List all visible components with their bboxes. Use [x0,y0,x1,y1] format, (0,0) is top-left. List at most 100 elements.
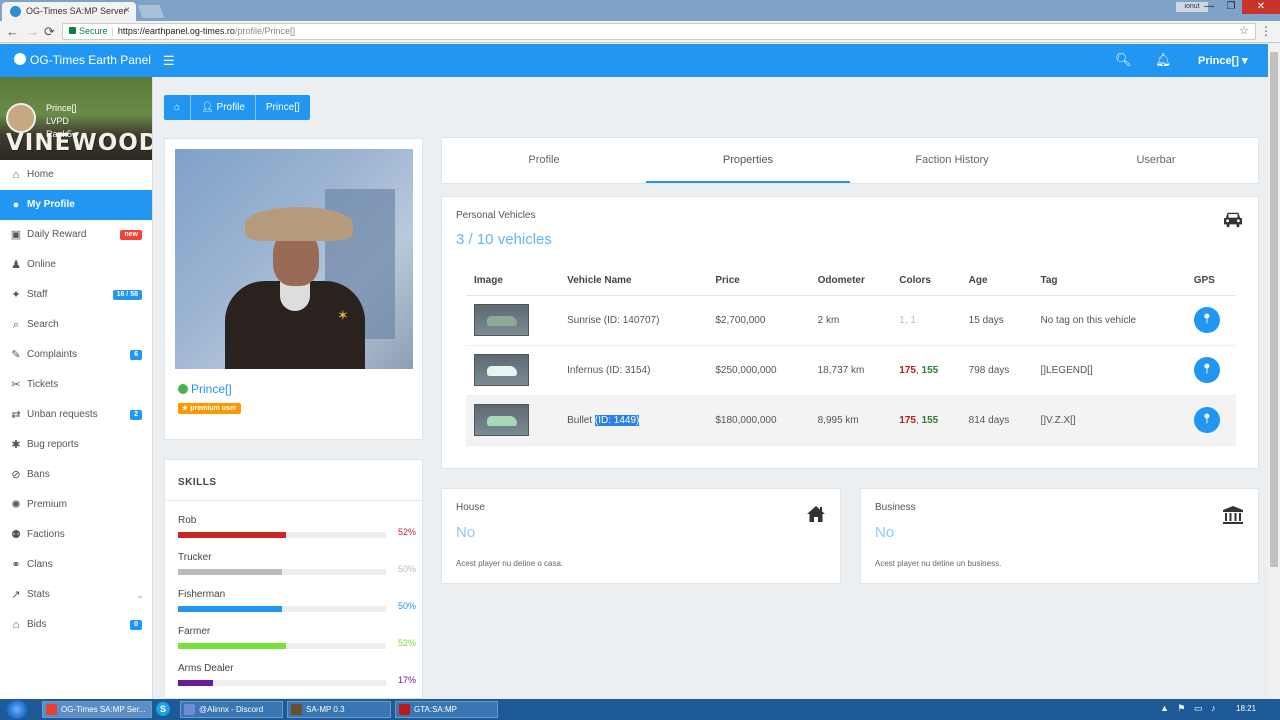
vehicle-name: Bullet (ID: 1449) [559,395,708,446]
close-window-button[interactable]: ✕ [1242,0,1280,14]
sidebar-item-tickets[interactable]: ✂ Tickets [0,370,152,400]
business-value: No [875,524,895,541]
sidebar-item-clans[interactable]: ⚭ Clans [0,550,152,580]
sidebar-item-bids[interactable]: ⌂ Bids 0 [0,610,152,640]
system-tray-icons[interactable]: ▲ ⚑ ▭ ♪ [1160,703,1218,714]
gps-button[interactable]: 📍︎ [1193,407,1220,433]
taskbar-item-chrome[interactable]: OG-Times SA:MP Ser... [42,701,152,718]
lock-icon [69,27,76,34]
skill-progress-bar [178,532,287,538]
user-icon: ● [12,199,20,211]
skills-card: SKILLS Rob 52% Trucker 50% Fisherman 50% Farme… [164,459,423,699]
browser-tab[interactable]: OG-Times SA:MP Server × [2,2,136,21]
map-marker-icon: 📍︎ [1200,414,1214,425]
tab-userbar[interactable]: Userbar [1054,138,1258,183]
tab-close-icon[interactable]: × [124,5,130,16]
new-badge: new [120,230,142,240]
sidebar-item-label: Stats [27,589,50,600]
notification-bell-icon[interactable]: 🔔︎ [1155,52,1172,68]
scrollbar-thumb[interactable] [1270,52,1278,567]
skype-icon[interactable]: S [156,702,170,716]
sidebar-item-home[interactable]: ⌂ Home [0,160,152,190]
brand-logo[interactable]: OG-Times Earth Panel [14,53,151,67]
reload-button[interactable]: ⟳ [44,24,55,40]
start-button[interactable] [6,700,28,719]
sidebar-item-bug-reports[interactable]: ✱ Bug reports [0,430,152,460]
sidebar-item-premium[interactable]: ✺ Premium [0,490,152,520]
skills-title: SKILLS [178,477,217,488]
tab-profile[interactable]: Profile [442,138,646,183]
ban-icon: ⊘ [11,469,21,481]
search-icon[interactable]: 🔍︎ [1115,52,1132,68]
sidebar-item-my-profile[interactable]: ● My Profile [0,190,152,220]
bids-count-badge: 0 [130,620,142,630]
forward-button[interactable]: → [26,24,39,39]
bookmark-star-icon[interactable]: ☆ [1239,24,1249,39]
gps-cell: 📍︎ [1185,395,1236,446]
vehicle-age: 814 days [960,395,1033,446]
sidebar-menu: ⌂ Home ● My Profile ▣ Daily Reward new ♟ Onli… [0,160,152,640]
user-menu[interactable]: Prince[] ▾ [1198,54,1248,67]
taskbar-clock[interactable]: 18:21 [1236,704,1256,713]
skill-progress-track [178,532,386,538]
taskbar-item-label: OG-Times SA:MP Ser... [61,705,146,714]
breadcrumb-home[interactable]: ⌂ [164,95,192,120]
minimize-button[interactable]: — [1198,0,1220,14]
taskbar-item-discord[interactable]: @Alinnx - Discord [180,701,283,718]
search-icon: ⌕ [12,319,20,331]
tab-faction-history[interactable]: Faction History [850,138,1054,183]
sidebar-item-bans[interactable]: ⊘ Bans [0,460,152,490]
brand-title: OG-Times Earth Panel [30,53,151,67]
sidebar-item-search[interactable]: ⌕ Search [0,310,152,340]
maximize-button[interactable]: ❐ [1220,0,1242,14]
back-button[interactable]: ← [6,24,19,39]
ticket-icon: ✂ [11,379,21,391]
url-input[interactable]: Secure | https://earthpanel.og-times.ro/pr… [62,23,1256,40]
sidebar-item-online[interactable]: ♟ Online [0,250,152,280]
staff-icon: ✦ [11,289,21,301]
gta-icon [399,704,410,715]
home-icon: ⌂ [12,169,20,181]
premium-badge: ★ premium user [178,403,241,414]
hamburger-menu-icon[interactable]: ☰ [163,53,175,69]
new-tab-button[interactable] [137,5,165,18]
sidebar-item-staff[interactable]: ✦ Staff 16 / 58 [0,280,152,310]
breadcrumb-profile[interactable]: 👤︎ Profile [191,95,256,120]
taskbar-item-samp[interactable]: SA-MP 0.3 [287,701,391,718]
vehicle-name-text: Bullet [567,414,593,426]
sidebar-user-panel: VINEWOOD Prince[] LVPD Rank5 ▾ [0,77,152,160]
sidebar-item-factions[interactable]: ⚉ Factions [0,520,152,550]
gps-button[interactable]: 📍︎ [1193,307,1220,333]
skill-progress-bar [178,643,287,649]
browser-menu-icon[interactable]: ⋮ [1260,24,1272,38]
color-2: 155 [921,414,939,426]
gavel-icon: ✎ [11,349,21,361]
complaints-count-badge: 6 [130,350,142,360]
player-name: Prince[] [178,382,232,396]
sidebar-user-rank[interactable]: Rank5 ▾ [46,128,79,141]
windows-taskbar: OG-Times SA:MP Ser... S @Alinnx - Discor… [0,699,1280,720]
vehicle-price: $180,000,000 [707,395,810,446]
sidebar-item-complaints[interactable]: ✎ Complaints 6 [0,340,152,370]
tab-properties[interactable]: Properties [646,138,850,183]
skill-row: Farmer 52% [178,626,416,663]
gps-button[interactable]: 📍︎ [1193,357,1220,383]
skill-row: Rob 52% [178,515,416,552]
taskbar-item-gta[interactable]: GTA:SA:MP [395,701,498,718]
breadcrumb-current[interactable]: Prince[] [255,95,310,120]
browser-tab-strip: OG-Times SA:MP Server × ionut — ❐ ✕ [0,0,1280,21]
sidebar-item-stats[interactable]: ↗ Stats ⌄ [0,580,152,610]
url-path: /profile/Prince[] [234,26,295,36]
sidebar-item-daily-reward[interactable]: ▣ Daily Reward new [0,220,152,250]
business-description: Acest player nu detine un business. [875,559,1002,568]
color-1: 175 [899,414,916,426]
avatar[interactable] [6,103,36,133]
sidebar-item-unban-requests[interactable]: ⇄ Unban requests 2 [0,400,152,430]
page-scrollbar[interactable] [1268,44,1280,699]
secure-label: Secure [79,26,108,36]
vehicle-price: $250,000,000 [707,345,810,396]
skill-progress-track [178,606,386,612]
vehicle-price: $2,700,000 [707,295,810,346]
home-icon: ⌂ [174,102,181,113]
vehicle-image-cell [466,395,560,446]
